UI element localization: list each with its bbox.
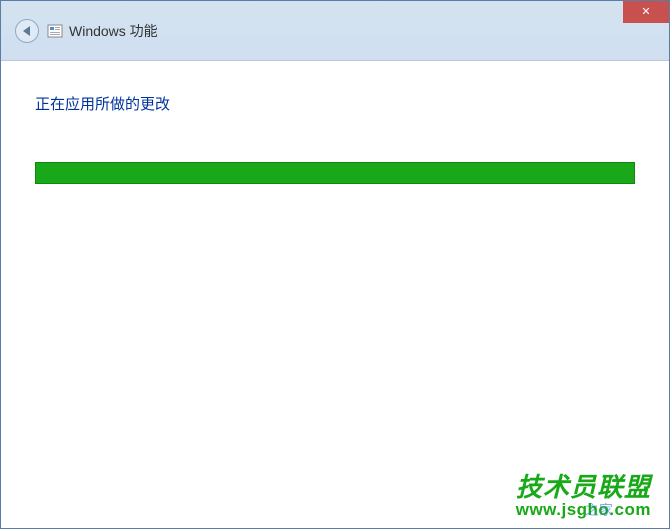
titlebar: Windows 功能 ✕ <box>1 1 669 61</box>
watermark-text: 技术员联盟 <box>516 467 651 504</box>
status-text: 正在应用所做的更改 <box>35 93 635 114</box>
close-icon: ✕ <box>641 7 650 18</box>
windows-features-icon <box>47 23 63 39</box>
watermark-overlay-text: 之家 <box>585 500 613 520</box>
window-title: Windows 功能 <box>69 21 158 41</box>
progress-bar <box>35 162 635 184</box>
back-button[interactable] <box>15 19 39 43</box>
watermark-url: www.jsgho.com <box>516 500 651 520</box>
back-arrow-icon <box>23 26 30 36</box>
close-button[interactable]: ✕ <box>623 1 669 23</box>
watermark: 技术员联盟 www.jsgho.com <box>516 467 651 520</box>
dialog-window: Windows 功能 ✕ 正在应用所做的更改 技术员联盟 www.jsgho.c… <box>0 0 670 529</box>
content-area: 正在应用所做的更改 技术员联盟 www.jsgho.com 之家 <box>1 61 669 528</box>
